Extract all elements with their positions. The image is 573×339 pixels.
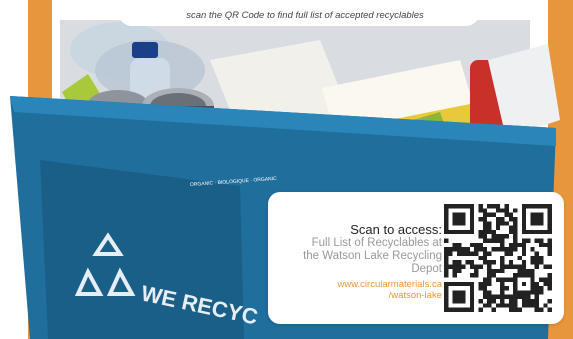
qr-caption: scan the QR Code to find full list of ac… [186, 10, 424, 21]
qr-code-icon[interactable] [444, 204, 552, 312]
scan-description-line-2: the Watson Lake Recycling [303, 250, 442, 262]
scan-description-line-3: Depot [411, 263, 442, 275]
scan-text-block: Scan to access: Full List of Recyclables… [274, 222, 442, 301]
scan-card: Scan to access: Full List of Recyclables… [268, 192, 564, 324]
scan-title: Scan to access: [350, 222, 442, 237]
poster: WE RECYC ORGANIC · BIOLOGIQUE · ORGANIC … [0, 0, 573, 339]
scan-description-line-1: Full List of Recyclables at [311, 237, 442, 249]
scan-url[interactable]: www.circularmaterials.ca /watson-lake [274, 279, 442, 301]
scan-url-line-2[interactable]: /watson-lake [274, 290, 442, 301]
scan-url-line-1[interactable]: www.circularmaterials.ca [274, 279, 442, 290]
